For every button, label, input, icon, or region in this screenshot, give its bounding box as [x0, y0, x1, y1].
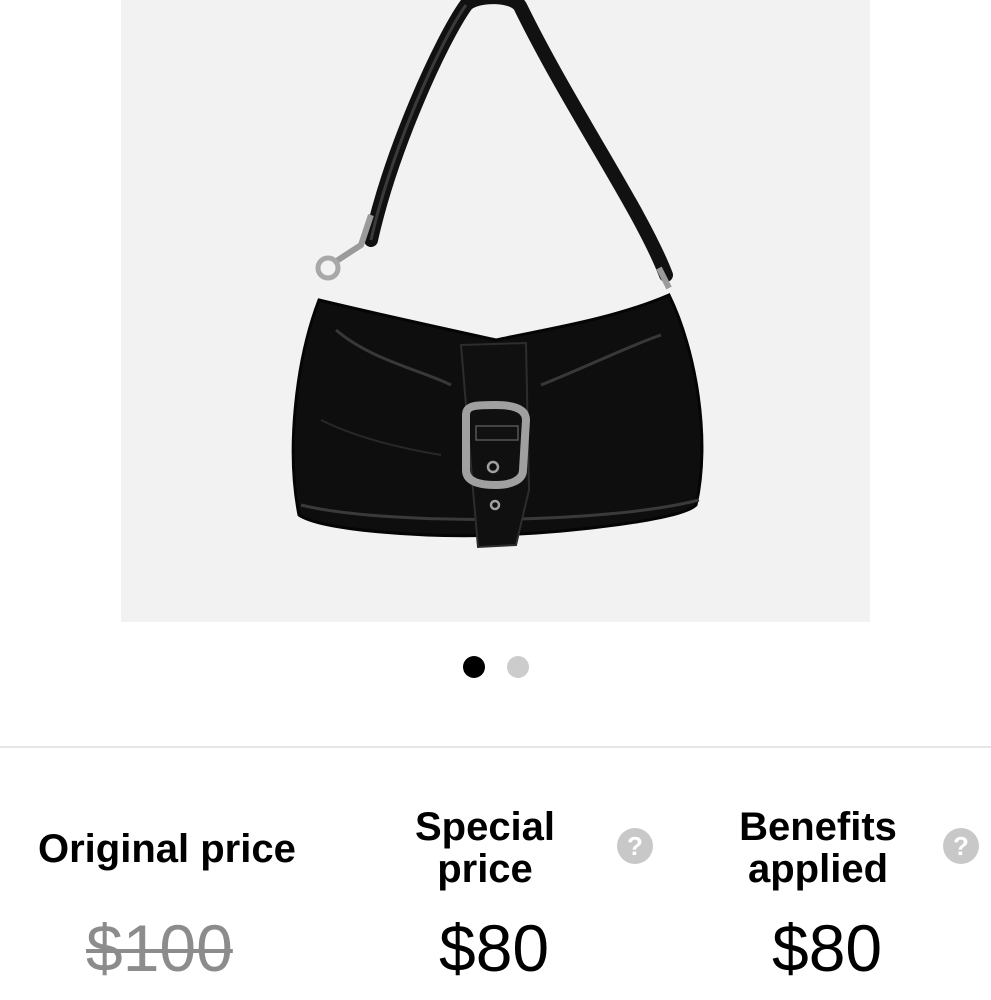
section-divider — [0, 746, 991, 748]
product-image[interactable] — [121, 0, 870, 622]
product-detail-page: Original price $100 Special price ? $80 … — [0, 0, 991, 1000]
special-price-label: Special price — [400, 806, 570, 890]
question-circle-icon[interactable]: ? — [617, 828, 653, 864]
benefits-price-label-line1: Benefits — [739, 805, 897, 849]
original-price-label: Original price — [38, 827, 296, 871]
question-circle-icon[interactable]: ? — [943, 828, 979, 864]
benefits-price-label: Benefits applied — [728, 806, 908, 890]
carousel-dot-2[interactable] — [507, 656, 529, 678]
carousel-indicator — [0, 656, 991, 678]
benefits-price-value: $80 — [772, 911, 883, 985]
special-price-block: Special price ? $80 — [330, 790, 660, 990]
handbag-illustration — [291, 0, 704, 549]
benefits-price-label-line2: applied — [747, 847, 889, 891]
original-price-block: Original price $100 — [0, 790, 330, 990]
special-price-label-line2: price — [437, 847, 533, 891]
original-price-value: $100 — [86, 911, 233, 985]
special-price-value: $80 — [439, 911, 550, 985]
benefits-price-block: Benefits applied ? $80 — [660, 790, 991, 990]
special-price-label-line1: Special — [414, 805, 556, 849]
carousel-dot-1[interactable] — [463, 656, 485, 678]
